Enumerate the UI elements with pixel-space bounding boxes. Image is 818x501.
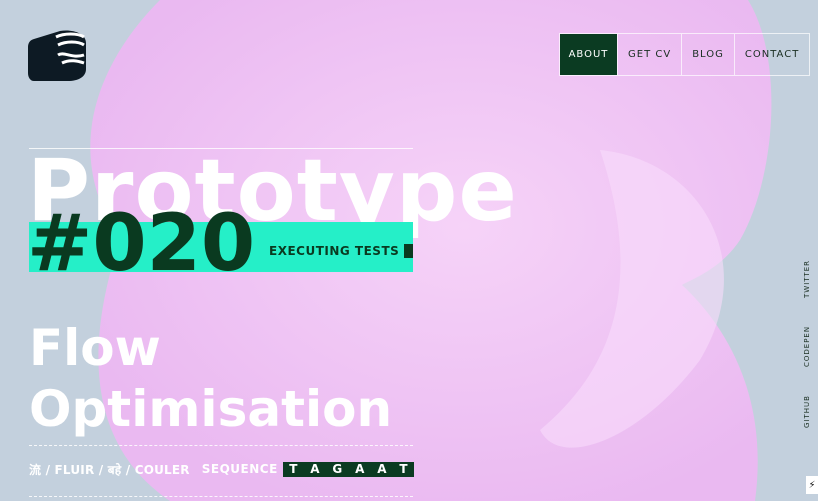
sequence-box: T A G A A T [282,461,414,477]
translations: 流 / FLUIR / बहे / COULER [29,462,190,477]
main-nav: ABOUT GET CV BLOG CONTACT [559,33,811,76]
nav-about[interactable]: ABOUT [560,34,617,75]
codepen-link[interactable]: CODEPEN [803,326,811,367]
sequence-letter: A [377,462,387,476]
github-link[interactable]: GITHUB [803,395,811,428]
twitter-link[interactable]: TWITTER [803,260,811,298]
sequence-letter: A [355,462,365,476]
sequence-letter: T [289,462,298,476]
sequence-letter: G [332,462,343,476]
sequence-letter: T [399,462,408,476]
lightning-icon[interactable]: ⚡ [806,476,818,494]
sequence-letter: A [310,462,320,476]
page-title-line2: Optimisation [29,380,393,438]
status-text: EXECUTING TESTS [269,244,414,258]
dashed-divider [29,445,413,446]
sequence-label: SEQUENCE [201,462,278,476]
status-label: EXECUTING TESTS [269,244,400,258]
prototype-number: #020 [27,199,256,289]
page-title-line1: Flow [29,319,161,377]
nav-blog[interactable]: BLOG [681,34,734,75]
nav-get-cv[interactable]: GET CV [617,34,681,75]
cursor-block-icon [404,244,414,258]
bottom-divider [29,496,413,497]
nav-contact[interactable]: CONTACT [733,34,809,75]
info-line: 流 / FLUIR / बहे / COULER SEQUENCE T A G … [29,461,414,477]
logo-icon[interactable] [28,29,88,81]
